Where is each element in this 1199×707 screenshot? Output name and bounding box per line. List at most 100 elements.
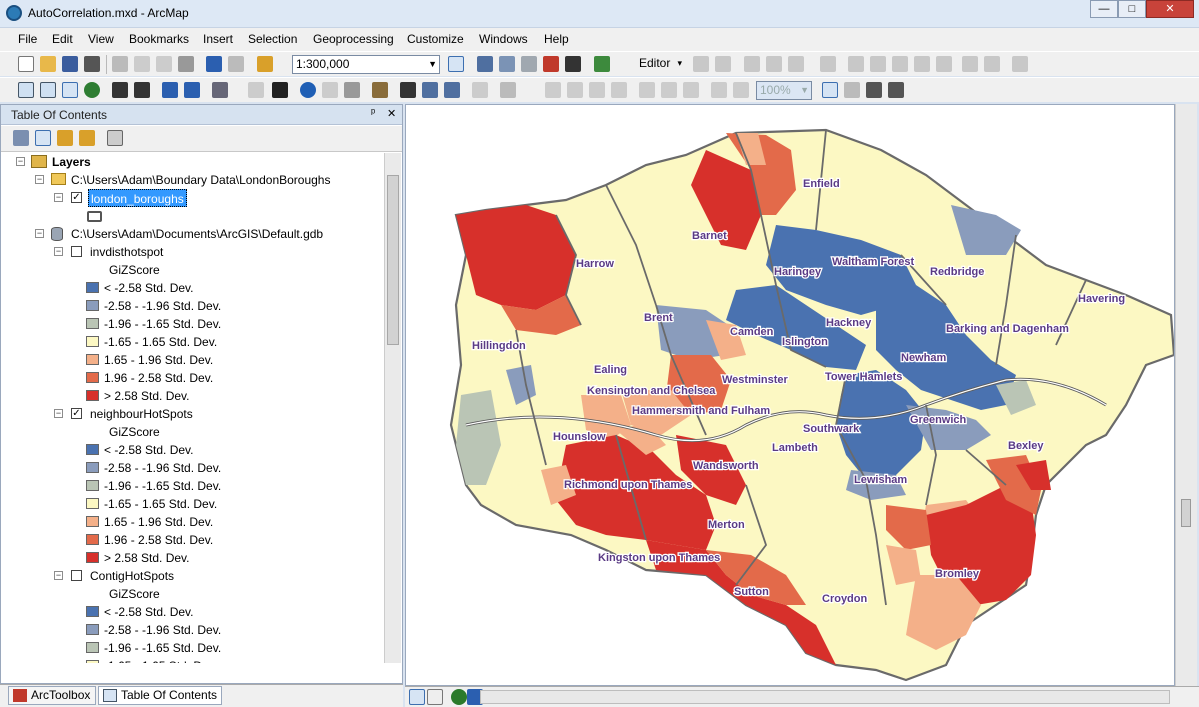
table-icon[interactable]	[477, 56, 493, 72]
gdb-path[interactable]: C:\Users\Adam\Documents\ArcGIS\Default.g…	[71, 225, 323, 243]
menu-help[interactable]: Help	[544, 32, 569, 46]
list-by-visibility-icon[interactable]	[57, 130, 73, 146]
next-extent-icon[interactable]	[733, 82, 749, 98]
cut-polygons-icon[interactable]	[892, 56, 908, 72]
layer-neighbourhotspots[interactable]: neighbourHotSpots	[90, 405, 193, 423]
legend-swatch[interactable]	[86, 480, 99, 491]
fixed-layout-zoom-in-icon[interactable]	[661, 82, 677, 98]
menu-insert[interactable]: Insert	[203, 32, 233, 46]
change-layout-icon[interactable]	[866, 82, 882, 98]
endpoint-arc-icon[interactable]	[766, 56, 782, 72]
toc-close-icon[interactable]: ✕	[387, 107, 396, 120]
create-viewer-icon[interactable]	[500, 82, 516, 98]
map-scroll-thumb[interactable]	[1181, 499, 1191, 527]
zoom-100-icon[interactable]	[639, 82, 655, 98]
edit-tool-icon[interactable]	[693, 56, 709, 72]
attributes-icon[interactable]	[962, 56, 978, 72]
new-document-icon[interactable]	[18, 56, 34, 72]
collapse-layers-toggle[interactable]: −	[16, 157, 25, 166]
arctoolbox-icon[interactable]	[543, 56, 559, 72]
legend-swatch[interactable]	[86, 300, 99, 311]
map-horizontal-scrollbar[interactable]	[480, 690, 1170, 704]
legend-swatch[interactable]	[86, 372, 99, 383]
legend-swatch[interactable]	[86, 318, 99, 329]
legend-swatch[interactable]	[86, 552, 99, 563]
layer-london-boroughs[interactable]: london_boroughs	[88, 189, 187, 207]
print-icon[interactable]	[84, 56, 100, 72]
list-by-source-icon[interactable]	[35, 130, 51, 146]
collapse-london-toggle[interactable]: −	[54, 193, 63, 202]
legend-swatch[interactable]	[86, 660, 99, 663]
edit-vertices-icon[interactable]	[848, 56, 864, 72]
layout-zoom-out-icon[interactable]	[567, 82, 583, 98]
list-by-drawing-order-icon[interactable]	[13, 130, 29, 146]
collapse-invdist-toggle[interactable]: −	[54, 247, 63, 256]
find-route-icon[interactable]	[422, 82, 438, 98]
minimize-button[interactable]: —	[1090, 0, 1118, 18]
editor-menu[interactable]: Editor ▾	[636, 55, 684, 74]
create-features-icon[interactable]	[1012, 56, 1028, 72]
forward-icon[interactable]	[184, 82, 200, 98]
tab-table-of-contents[interactable]: Table Of Contents	[98, 686, 222, 705]
legend-swatch[interactable]	[86, 624, 99, 635]
layers-root[interactable]: Layers	[52, 153, 91, 171]
layout-pan-icon[interactable]	[589, 82, 605, 98]
map-vertical-scrollbar[interactable]	[1175, 104, 1197, 686]
search-window-icon[interactable]	[521, 56, 537, 72]
paste-icon[interactable]	[156, 56, 172, 72]
redo-icon[interactable]	[228, 56, 244, 72]
collapse-gdb-toggle[interactable]: −	[35, 229, 44, 238]
menu-bookmarks[interactable]: Bookmarks	[129, 32, 189, 46]
sketch-properties-icon[interactable]	[984, 56, 1000, 72]
maximize-button[interactable]: □	[1118, 0, 1146, 18]
layout-zoom-in-icon[interactable]	[545, 82, 561, 98]
menu-windows[interactable]: Windows	[479, 32, 528, 46]
map-view[interactable]: Enfield Barnet Harrow Haringey Waltham F…	[405, 104, 1175, 686]
zoom-in-icon[interactable]	[18, 82, 34, 98]
find-binoculars-icon[interactable]	[400, 82, 416, 98]
focus-data-frame-icon[interactable]	[844, 82, 860, 98]
pan-icon[interactable]	[62, 82, 78, 98]
collapse-contig-toggle[interactable]: −	[54, 571, 63, 580]
legend-swatch[interactable]	[86, 282, 99, 293]
toc-scroll-thumb[interactable]	[387, 175, 399, 345]
legend-swatch[interactable]	[86, 444, 99, 455]
legend-swatch[interactable]	[86, 390, 99, 401]
measure-icon[interactable]	[372, 82, 388, 98]
legend-swatch[interactable]	[86, 354, 99, 365]
point-icon[interactable]	[820, 56, 836, 72]
select-features-icon[interactable]	[212, 82, 228, 98]
zoom-whole-page-icon[interactable]	[611, 82, 627, 98]
menu-view[interactable]: View	[88, 32, 114, 46]
straight-segment-icon[interactable]	[744, 56, 760, 72]
fixed-layout-zoom-out-icon[interactable]	[683, 82, 699, 98]
select-elements-icon[interactable]	[272, 82, 288, 98]
london-hotspot-map[interactable]: Enfield Barnet Harrow Haringey Waltham F…	[406, 105, 1175, 686]
legend-swatch[interactable]	[86, 336, 99, 347]
polygon-symbol-icon[interactable]	[87, 211, 102, 222]
full-extent-icon[interactable]	[84, 82, 100, 98]
map-scale-combo[interactable]: 1:300,000 ▼	[292, 55, 440, 74]
contig-checkbox[interactable]	[71, 570, 82, 581]
layer-contighotspots[interactable]: ContigHotSpots	[90, 567, 174, 585]
legend-swatch[interactable]	[86, 462, 99, 473]
identify-icon[interactable]	[300, 82, 316, 98]
go-to-xy-icon[interactable]	[444, 82, 460, 98]
layout-view-icon[interactable]	[427, 689, 443, 705]
layer-invdisthotspot[interactable]: invdisthotspot	[90, 243, 163, 261]
toc-scrollbar[interactable]	[384, 153, 401, 663]
pin-icon[interactable]: ᵖ	[371, 107, 375, 119]
neighbour-checkbox[interactable]: ✓	[71, 408, 82, 419]
data-view-icon[interactable]	[409, 689, 425, 705]
data-driven-pages-icon[interactable]	[888, 82, 904, 98]
html-popup-icon[interactable]	[344, 82, 360, 98]
menu-edit[interactable]: Edit	[52, 32, 73, 46]
reshape-icon[interactable]	[870, 56, 886, 72]
save-icon[interactable]	[62, 56, 78, 72]
edit-annotation-icon[interactable]	[715, 56, 731, 72]
list-by-selection-icon[interactable]	[79, 130, 95, 146]
collapse-neighbour-toggle[interactable]: −	[54, 409, 63, 418]
python-window-icon[interactable]	[565, 56, 581, 72]
hyperlink-icon[interactable]	[322, 82, 338, 98]
previous-extent-icon[interactable]	[711, 82, 727, 98]
